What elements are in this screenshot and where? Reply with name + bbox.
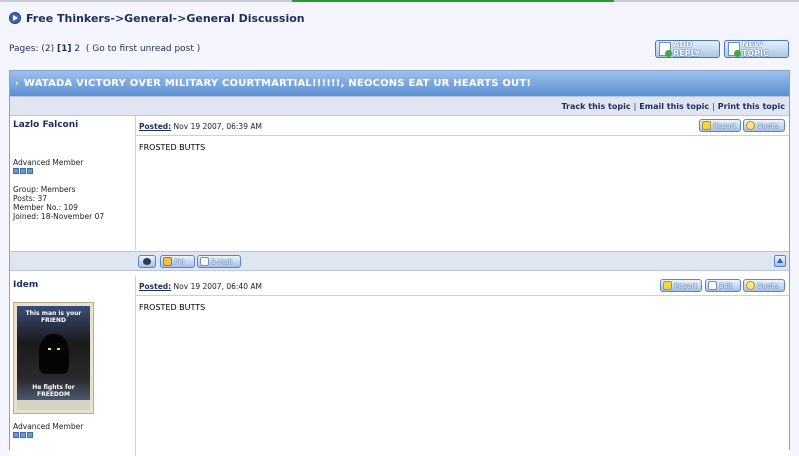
pages-count: (2) xyxy=(41,44,55,54)
author-rank: Advanced Member xyxy=(13,422,83,438)
new-topic-button[interactable]: NEW TOPIC xyxy=(724,40,789,58)
pm-button[interactable]: PM xyxy=(160,255,195,268)
cat-eye xyxy=(57,348,60,350)
rank-pips xyxy=(13,168,83,174)
author-posts: Posts: 37 xyxy=(13,194,48,203)
quote-button[interactable]: Quote xyxy=(743,119,785,132)
edit-button[interactable]: Edit xyxy=(705,279,741,292)
rank-label: Advanced Member xyxy=(13,158,84,167)
progress-strip xyxy=(292,0,614,2)
email-label: E-Mail xyxy=(211,257,233,266)
post-date-text: Nov 19 2007, 06:39 AM xyxy=(173,122,262,131)
post-1-content: Posted: Nov 19 2007, 06:39 AM Report Quo… xyxy=(136,116,789,250)
page-2-link[interactable]: 2 xyxy=(74,44,80,54)
author-rank: Advanced Member xyxy=(13,158,83,174)
pm-icon xyxy=(163,257,172,266)
post-2: Idem This man is your FRIEND He fights f… xyxy=(10,276,789,456)
post-2-author-panel: Idem This man is your FRIEND He fights f… xyxy=(10,276,136,456)
rank-label: Advanced Member xyxy=(13,422,84,431)
add-reply-button[interactable]: ADD REPLY xyxy=(655,40,720,58)
profile-icon xyxy=(143,258,151,265)
topic-title-bar: › WATADA VICTORY OVER MILITARY COURTMART… xyxy=(10,71,789,96)
author-joined: Joined: 18-November 07 xyxy=(13,212,105,221)
author-details: Group: Members Posts: 37 Member No.: 109… xyxy=(13,185,104,221)
cat-eye xyxy=(48,348,51,350)
author-name[interactable]: Idem xyxy=(13,280,38,290)
pagination: Pages: (2) [1] 2 ( Go to first unread po… xyxy=(9,44,200,54)
back-to-top-icon[interactable] xyxy=(774,255,786,267)
author-group: Group: Members xyxy=(13,185,76,194)
breadcrumb-text[interactable]: Free Thinkers->General->General Discussi… xyxy=(26,12,305,25)
author-avatar: This man is your FRIEND He fights for FR… xyxy=(13,302,94,414)
post-header: Posted: Nov 19 2007, 06:39 AM Report Quo… xyxy=(136,116,789,136)
profile-button[interactable] xyxy=(138,255,156,268)
posted-label[interactable]: Posted: xyxy=(139,282,171,291)
separator: | xyxy=(712,101,715,111)
post-date: Posted: Nov 19 2007, 06:39 AM xyxy=(139,122,262,131)
quote-button[interactable]: Quote xyxy=(743,279,785,292)
track-topic-link[interactable]: Track this topic xyxy=(561,102,630,111)
quote-icon xyxy=(746,281,755,290)
print-topic-link[interactable]: Print this topic xyxy=(718,102,785,111)
post-date-text: Nov 19 2007, 06:40 AM xyxy=(173,282,262,291)
post-2-content: Posted: Nov 19 2007, 06:40 AM Report Edi… xyxy=(136,276,789,456)
report-label: Report xyxy=(674,281,698,290)
edit-label: Edit xyxy=(719,281,733,290)
first-unread-link[interactable]: ( Go to first unread post ) xyxy=(86,44,200,54)
current-page: [1] xyxy=(57,44,72,54)
topic-title: WATADA VICTORY OVER MILITARY COURTMARTIA… xyxy=(23,78,532,89)
avatar-bottom-text: He fights for FREEDOM xyxy=(32,384,75,398)
post-date: Posted: Nov 19 2007, 06:40 AM xyxy=(139,282,262,291)
add-reply-label: ADD REPLY xyxy=(673,40,701,58)
post-1-author-panel: Lazlo Falconi Advanced Member Group: Mem… xyxy=(10,116,136,250)
post-body: FROSTED BUTTS xyxy=(139,143,206,152)
new-topic-icon xyxy=(728,42,741,57)
topic-options-bar: Track this topic | Email this topic | Pr… xyxy=(10,96,789,116)
new-topic-label: NEW TOPIC xyxy=(741,40,769,58)
cat-silhouette xyxy=(39,334,69,374)
topic-table: › WATADA VICTORY OVER MILITARY COURTMART… xyxy=(9,70,790,456)
report-icon xyxy=(702,121,711,130)
avatar-top-text: This man is your FRIEND xyxy=(25,310,82,324)
quote-label: Quote xyxy=(757,281,779,290)
report-button[interactable]: Report xyxy=(660,279,702,292)
post-1: Lazlo Falconi Advanced Member Group: Mem… xyxy=(10,116,789,250)
email-topic-link[interactable]: Email this topic xyxy=(639,102,709,111)
avatar-poster: This man is your FRIEND He fights for FR… xyxy=(17,306,90,410)
author-name[interactable]: Lazlo Falconi xyxy=(13,120,78,130)
email-icon xyxy=(200,257,209,266)
edit-icon xyxy=(708,281,717,290)
email-button[interactable]: E-Mail xyxy=(197,255,241,268)
title-arrow-icon: › xyxy=(15,78,19,89)
separator: | xyxy=(633,101,637,111)
pages-label: Pages: xyxy=(9,44,39,54)
post-header: Posted: Nov 19 2007, 06:40 AM Report Edi… xyxy=(136,276,789,296)
breadcrumb: Free Thinkers->General->General Discussi… xyxy=(9,11,305,25)
report-icon xyxy=(663,281,672,290)
report-button[interactable]: Report xyxy=(699,119,741,132)
rank-pips xyxy=(13,432,83,438)
nav-arrow-icon xyxy=(9,12,21,24)
report-label: Report xyxy=(713,121,737,130)
quote-label: Quote xyxy=(757,121,779,130)
add-reply-icon xyxy=(659,42,673,57)
post-1-footer: PM E-Mail xyxy=(10,251,789,271)
avatar-band xyxy=(17,400,90,410)
post-body: FROSTED BUTTS xyxy=(139,303,206,312)
quote-icon xyxy=(746,121,755,130)
pm-label: PM xyxy=(174,257,185,266)
top-border xyxy=(0,0,799,2)
posted-label[interactable]: Posted: xyxy=(139,122,171,131)
author-member-no: Member No.: 109 xyxy=(13,203,78,212)
